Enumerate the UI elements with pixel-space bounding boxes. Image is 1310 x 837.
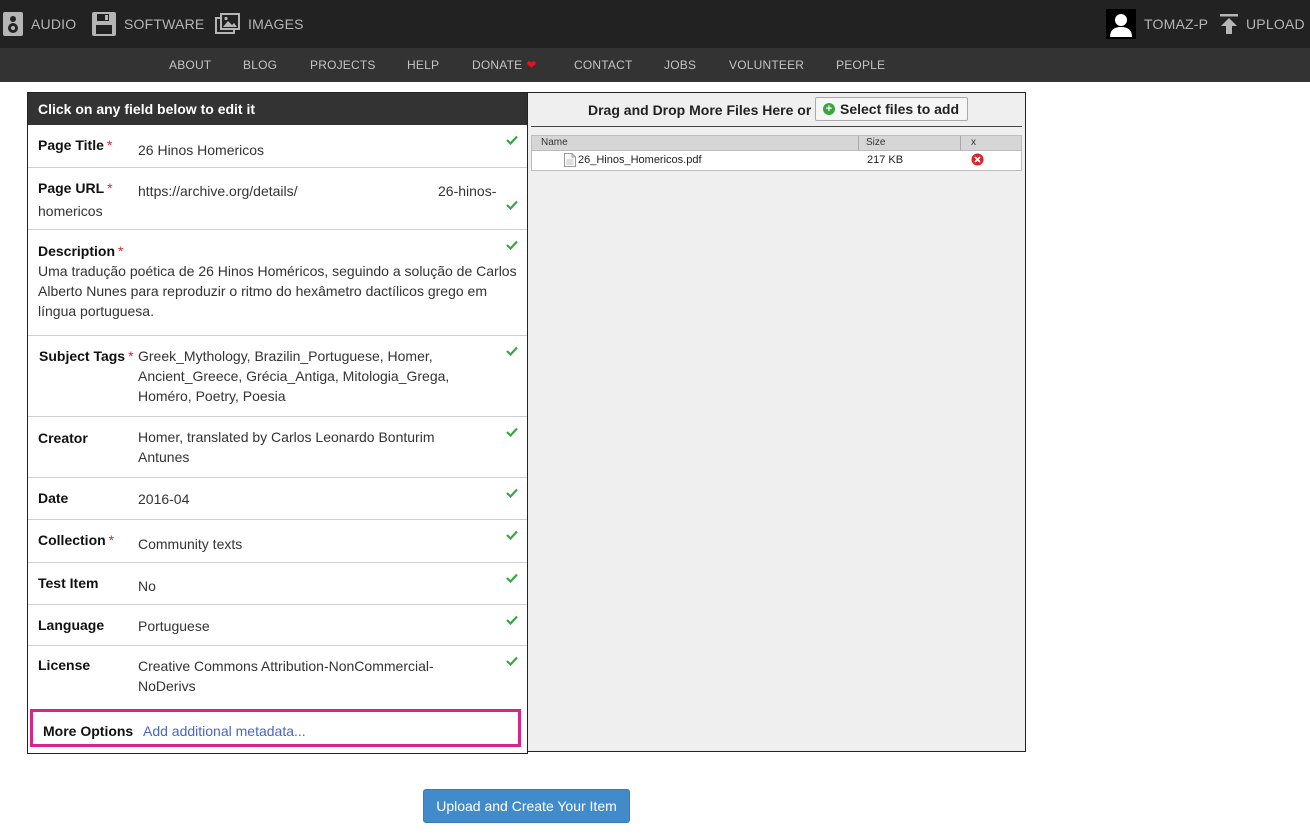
add-metadata-link[interactable]: Add additional metadata... <box>143 723 306 739</box>
field-label: Page URL * <box>38 180 113 196</box>
nav-people[interactable]: PEOPLE <box>836 48 885 82</box>
floppy-disk-icon <box>92 12 116 36</box>
field-test-item[interactable]: Test Item No <box>28 563 527 605</box>
check-icon <box>506 346 518 356</box>
column-name[interactable]: Name <box>541 137 568 148</box>
field-value: 2016-04 <box>138 491 190 507</box>
nav-projects[interactable]: PROJECTS <box>310 48 376 82</box>
nav-volunteer[interactable]: VOLUNTEER <box>729 48 804 82</box>
nav-help[interactable]: HELP <box>407 48 439 82</box>
field-label: Subject Tags * <box>39 348 134 364</box>
document-icon <box>564 153 576 167</box>
nav-software-label: SOFTWARE <box>124 16 205 32</box>
upload-label: UPLOAD <box>1246 16 1305 32</box>
field-subject-tags[interactable]: Subject Tags * Greek_Mythology, Brazilin_… <box>28 336 527 417</box>
url-slug-end: homericos <box>38 203 103 219</box>
required-mark: * <box>108 532 115 548</box>
top-bar: AUDIO SOFTWARE IMAGES TOMAZ-P UPLOAD <box>0 0 1310 48</box>
check-icon <box>506 427 518 437</box>
form-header: Click on any field below to edit it <box>28 93 527 125</box>
field-value: Creative Commons Attribution-NonCommerci… <box>138 658 434 694</box>
select-files-button[interactable]: + Select files to add <box>815 97 969 121</box>
metadata-form: Click on any field below to edit it Page… <box>27 92 528 754</box>
file-table: Name Size x 26_Hinos_Homericos.pdf 217 K… <box>531 135 1022 171</box>
more-options-row: More Options Add additional metadata... <box>30 709 521 747</box>
field-language[interactable]: Language Portuguese <box>28 605 527 646</box>
field-label: Creator <box>38 430 88 446</box>
upload-create-item-button[interactable]: Upload and Create Your Item <box>423 789 630 823</box>
nav-contact[interactable]: CONTACT <box>574 48 633 82</box>
heart-icon: ❤ <box>526 58 537 72</box>
nav-about[interactable]: ABOUT <box>169 48 211 82</box>
nav-images-label: IMAGES <box>248 16 304 32</box>
check-icon <box>506 240 518 250</box>
field-date[interactable]: Date 2016-04 <box>28 478 527 520</box>
field-page-title[interactable]: Page Title * 26 Hinos Homericos <box>28 125 527 168</box>
user-menu[interactable]: TOMAZ-P <box>1106 0 1208 48</box>
url-prefix: https://archive.org/details/ <box>138 183 298 199</box>
field-creator[interactable]: Creator Homer, translated by Carlos Leon… <box>28 417 527 478</box>
file-table-header: Name Size x <box>532 136 1021 151</box>
nav-software[interactable]: SOFTWARE <box>92 0 204 48</box>
field-value: No <box>138 578 156 594</box>
nav-donate[interactable]: DONATE ❤ <box>472 48 537 82</box>
file-name: 26_Hinos_Homericos.pdf <box>578 154 702 166</box>
images-icon <box>215 13 240 34</box>
column-size[interactable]: Size <box>866 137 885 148</box>
field-value: Community texts <box>138 536 243 552</box>
username: TOMAZ-P <box>1144 16 1209 32</box>
speaker-icon <box>3 12 23 36</box>
check-icon <box>506 615 518 625</box>
field-label: Description * <box>38 243 124 259</box>
check-icon <box>506 488 518 498</box>
field-label: Date <box>38 490 69 506</box>
column-remove: x <box>971 137 976 148</box>
required-mark: * <box>128 348 134 364</box>
column-divider <box>858 136 859 150</box>
url-slug-start: 26-hinos- <box>438 183 497 199</box>
check-icon <box>506 573 518 583</box>
field-label: Collection * <box>38 532 115 548</box>
file-size: 217 KB <box>867 154 904 166</box>
field-collection[interactable]: Collection * Community texts <box>28 520 527 563</box>
nav-donate-label: DONATE <box>472 58 523 72</box>
drop-instructions: Drag and Drop More Files Here or <box>588 102 812 118</box>
field-page-url[interactable]: Page URL * https://archive.org/details/ 2… <box>28 168 527 230</box>
select-files-label: Select files to add <box>840 101 960 117</box>
column-divider <box>960 136 961 150</box>
file-drop-zone[interactable]: Drag and Drop More Files Here or + Selec… <box>527 92 1026 752</box>
field-license[interactable]: License Creative Commons Attribution-Non… <box>28 646 527 708</box>
check-icon <box>506 656 518 666</box>
field-label: Language <box>38 617 105 633</box>
divider <box>531 126 1022 127</box>
check-icon <box>506 530 518 540</box>
field-label: License <box>38 657 91 673</box>
required-mark: * <box>118 243 124 259</box>
field-value: 26 Hinos Homericos <box>138 142 265 158</box>
required-mark: * <box>107 180 113 196</box>
nav-audio[interactable]: AUDIO <box>3 0 76 48</box>
nav-audio-label: AUDIO <box>31 16 77 32</box>
check-icon <box>506 200 518 210</box>
field-label: Page Title * <box>38 137 113 153</box>
check-icon <box>506 135 518 145</box>
more-options-label: More Options <box>43 723 134 739</box>
secondary-nav: ABOUT BLOG PROJECTS HELP DONATE ❤ CONTACT… <box>0 48 1310 82</box>
required-mark: * <box>106 137 113 153</box>
upload-icon <box>1220 14 1238 34</box>
upload-link[interactable]: UPLOAD <box>1220 0 1305 48</box>
nav-images[interactable]: IMAGES <box>215 0 304 48</box>
field-value: Greek_Mythology, Brazilin_Portuguese, Ho… <box>138 348 450 404</box>
field-description[interactable]: Description * Uma tradução poética de 26 … <box>28 230 527 336</box>
field-label: Test Item <box>38 575 99 591</box>
nav-jobs[interactable]: JOBS <box>664 48 696 82</box>
remove-file-icon[interactable] <box>971 153 984 166</box>
field-value: Homer, translated by Carlos Leonardo Bon… <box>138 429 435 465</box>
plus-circle-icon: + <box>823 103 835 115</box>
file-row[interactable]: 26_Hinos_Homericos.pdf 217 KB <box>532 151 1021 170</box>
user-avatar-icon <box>1106 9 1136 39</box>
field-value: Portuguese <box>138 618 210 634</box>
nav-blog[interactable]: BLOG <box>243 48 277 82</box>
field-value: Uma tradução poética de 26 Hinos Homéric… <box>38 263 517 319</box>
